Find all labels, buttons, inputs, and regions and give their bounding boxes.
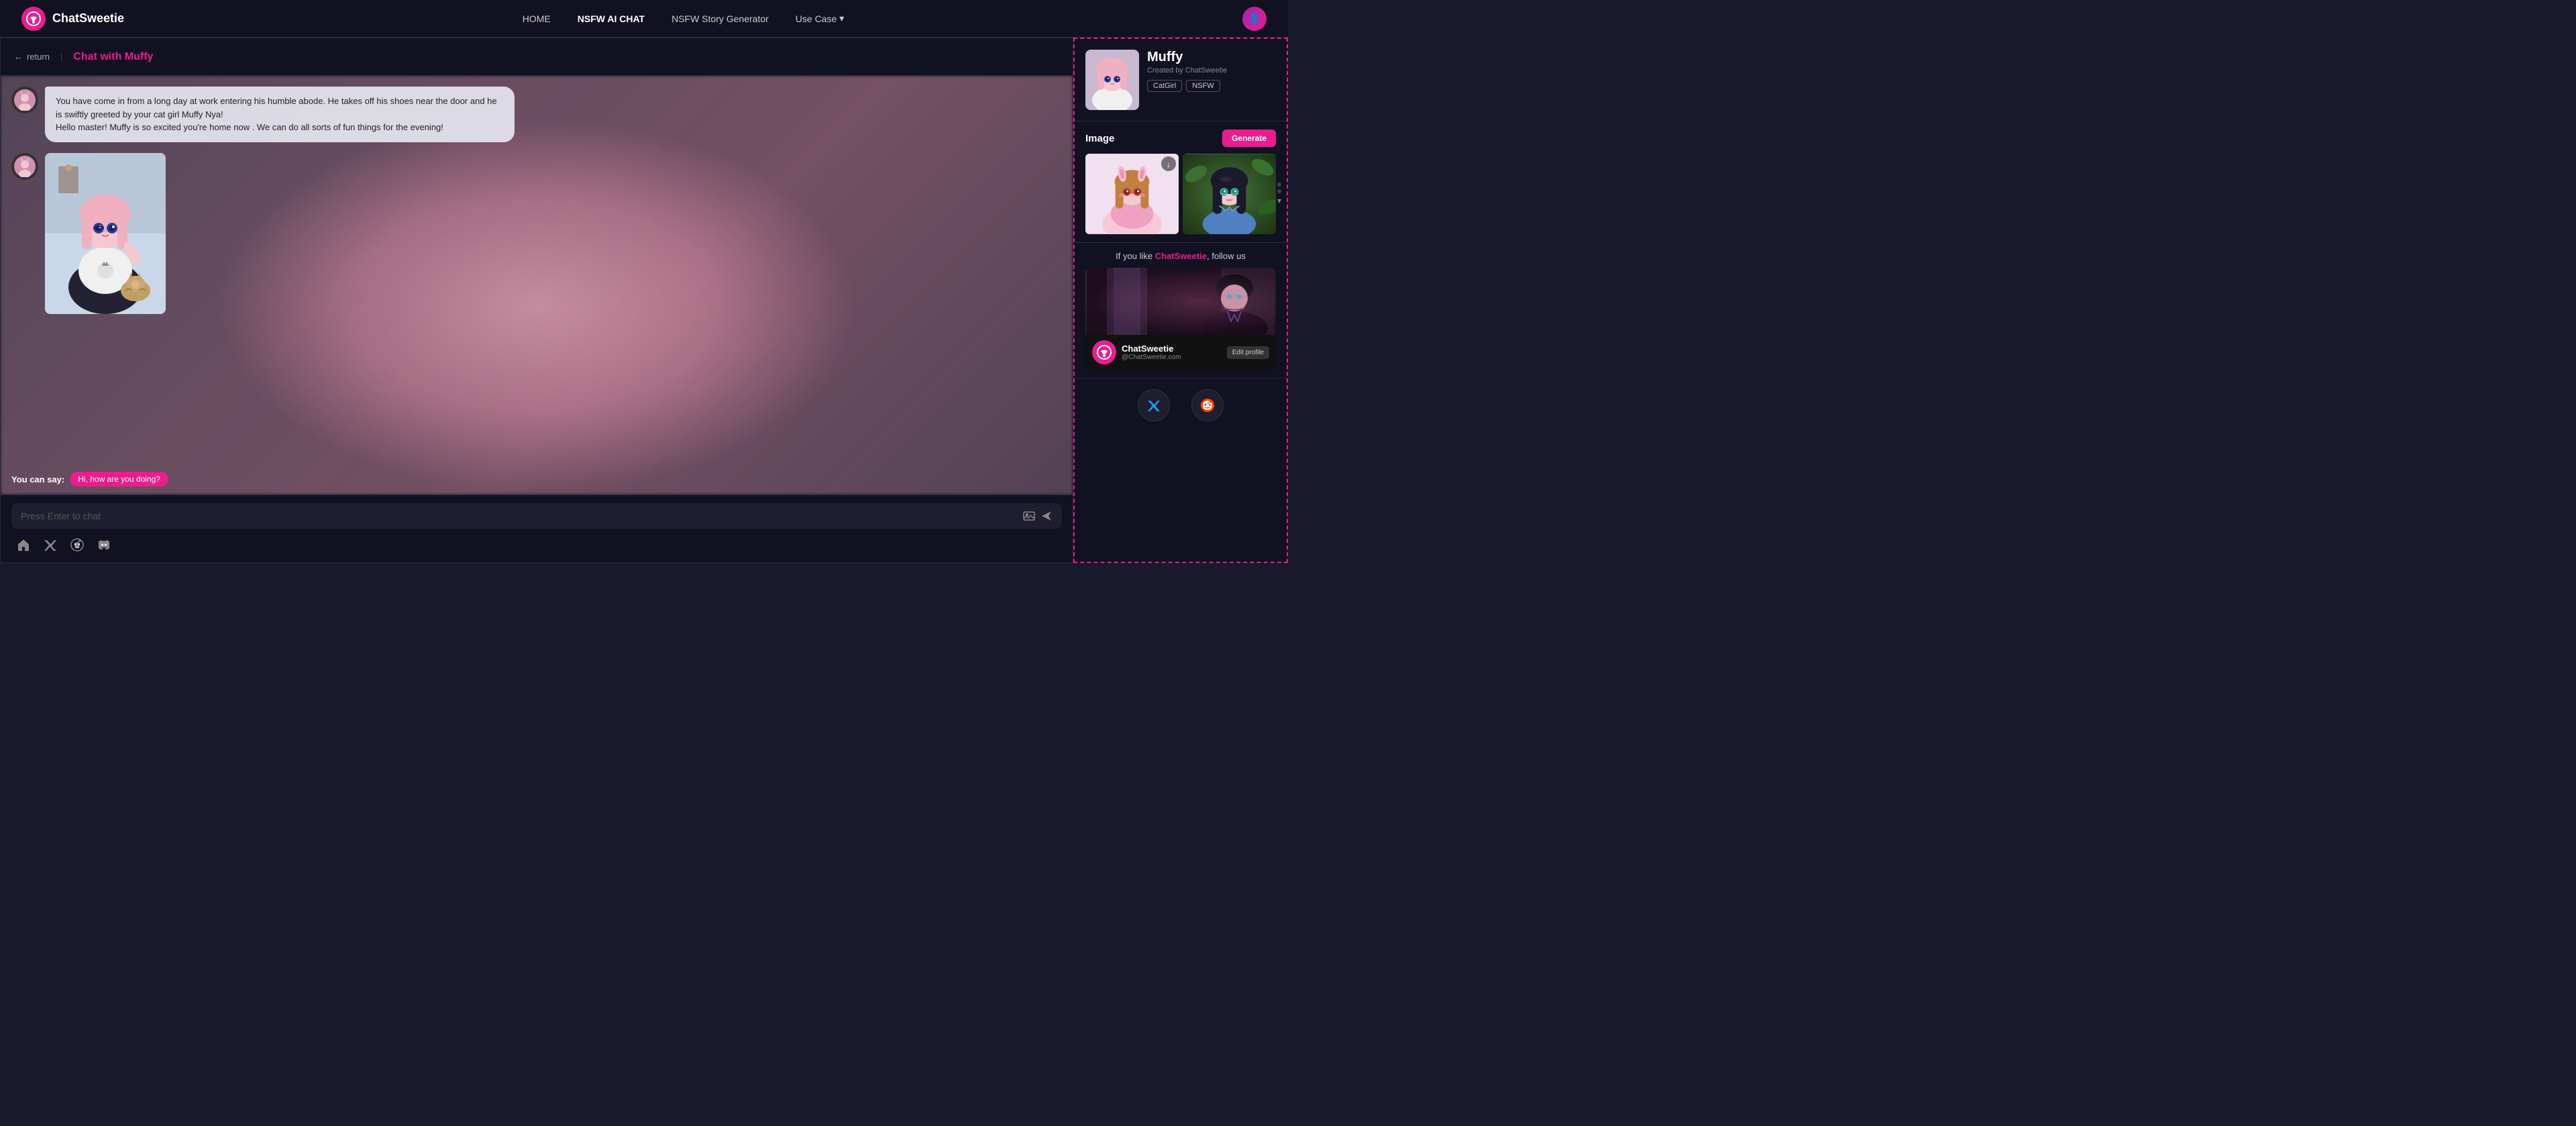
message-row-1: You have come in from a long day at work…	[11, 87, 800, 142]
scroll-arrow-down[interactable]: ▾	[1277, 196, 1281, 205]
follow-name-block: ChatSweetie @ChatSweetie.com	[1122, 344, 1222, 361]
chat-input-row	[11, 503, 1062, 529]
image-section: Image Generate	[1075, 121, 1287, 243]
muffy-avatar-1	[11, 87, 38, 113]
edit-profile-button[interactable]: Edit profile	[1227, 346, 1269, 359]
twitter-social-button[interactable]	[1138, 389, 1170, 421]
right-sidebar: Muffy Created by ChatSweetie CatGirl NSF…	[1073, 38, 1288, 563]
character-info: Muffy Created by ChatSweetie CatGirl NSF…	[1075, 39, 1287, 121]
chat-container: ← return | Chat with Muffy	[0, 38, 1073, 563]
nav-home[interactable]: HOME	[523, 13, 551, 24]
image-section-title: Image	[1085, 133, 1114, 144]
logo-icon	[21, 7, 46, 31]
character-avatar	[1085, 50, 1139, 110]
character-name: Muffy	[1147, 50, 1276, 65]
suggestion-pill[interactable]: Hi, how are you doing?	[70, 472, 168, 487]
suggestion-label: You can say:	[11, 474, 64, 484]
messages-overlay: You have come in from a long day at work…	[1, 76, 1073, 495]
chat-image-muffy	[45, 153, 166, 314]
follow-text: If you like ChatSweetie, follow us	[1085, 251, 1276, 261]
tag-nsfw[interactable]: NSFW	[1186, 80, 1220, 92]
user-avatar[interactable]: 👤	[1242, 7, 1267, 31]
scroll-dot-1	[1277, 183, 1281, 187]
reddit-social-button[interactable]	[1191, 389, 1224, 421]
message-bubble-1: You have come in from a long day at work…	[45, 87, 515, 142]
nav-story[interactable]: NSFW Story Generator	[672, 13, 769, 24]
image-section-header: Image Generate	[1085, 130, 1276, 147]
arrow-left-icon: ←	[14, 52, 23, 62]
discord-icon[interactable]	[95, 535, 113, 554]
nav-use-case[interactable]: Use Case ▾	[796, 13, 845, 24]
character-creator: Created by ChatSweetie	[1147, 66, 1276, 74]
chat-header: ← return | Chat with Muffy	[1, 38, 1073, 76]
follow-card-bg	[1085, 268, 1276, 335]
suggestion-bar: You can say: Hi, how are you doing?	[11, 472, 168, 487]
chat-input[interactable]	[21, 511, 1018, 521]
chat-footer-home-icon[interactable]	[14, 535, 33, 554]
main-layout: ← return | Chat with Muffy	[0, 38, 1288, 563]
social-section	[1075, 378, 1287, 432]
image-thumb-1	[1085, 154, 1179, 234]
character-tags: CatGirl NSFW	[1147, 80, 1276, 92]
chat-title: Chat with Muffy	[73, 51, 153, 63]
chat-messages: You have come in from a long day at work…	[1, 76, 1073, 495]
follow-handle: @ChatSweetie.com	[1122, 354, 1222, 361]
back-button[interactable]: ← return	[14, 52, 50, 62]
tag-catgirl[interactable]: CatGirl	[1147, 80, 1182, 92]
muffy-avatar-2	[11, 153, 38, 180]
character-details: Muffy Created by ChatSweetie CatGirl NSF…	[1147, 50, 1276, 92]
twitter-icon[interactable]	[41, 535, 60, 554]
image-grid: ▾	[1085, 154, 1276, 234]
reddit-icon[interactable]	[68, 535, 87, 554]
chevron-down-icon: ▾	[839, 13, 844, 24]
navbar: ChatSweetie HOME NSFW AI CHAT NSFW Story…	[0, 0, 1288, 38]
nav-nsfw-chat[interactable]: NSFW AI CHAT	[578, 13, 645, 24]
follow-card-info: ChatSweetie @ChatSweetie.com Edit profil…	[1085, 335, 1276, 370]
image-attach-icon[interactable]	[1023, 510, 1035, 522]
message-text-1: You have come in from a long day at work…	[56, 96, 497, 132]
download-icon-1[interactable]	[1161, 156, 1176, 171]
chat-footer-icons	[11, 535, 1062, 554]
nav-links: HOME NSFW AI CHAT NSFW Story Generator U…	[523, 13, 845, 24]
send-icon[interactable]	[1040, 510, 1053, 522]
header-separator: |	[60, 52, 62, 62]
chat-input-area	[1, 495, 1073, 562]
follow-section: If you like ChatSweetie, follow us	[1075, 243, 1287, 378]
logo-text: ChatSweetie	[52, 11, 124, 25]
generate-button[interactable]: Generate	[1222, 130, 1276, 147]
scroll-indicator: ▾	[1277, 183, 1281, 205]
follow-name: ChatSweetie	[1122, 344, 1222, 354]
image-thumb-2	[1183, 154, 1276, 234]
scroll-dot-2	[1277, 189, 1281, 193]
avatar-icon: 👤	[1248, 13, 1260, 24]
image-message-row	[11, 153, 1062, 314]
follow-card: ChatSweetie @ChatSweetie.com Edit profil…	[1085, 268, 1276, 370]
app-logo[interactable]: ChatSweetie	[21, 7, 124, 31]
follow-logo	[1092, 340, 1116, 364]
